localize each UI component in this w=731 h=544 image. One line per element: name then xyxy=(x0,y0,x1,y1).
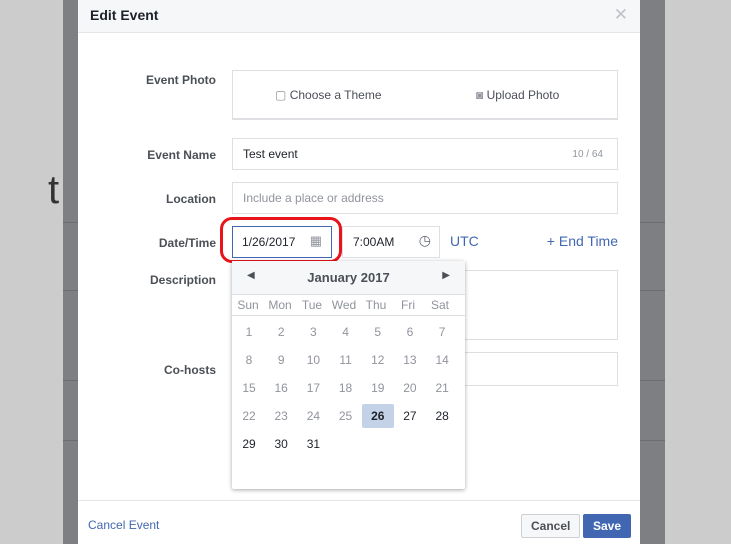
choose-theme-button[interactable]: ▢ Choose a Theme xyxy=(275,88,382,102)
calendar-month: January 2017 xyxy=(307,270,390,285)
calendar-day[interactable]: 30 xyxy=(265,432,297,460)
timezone-link[interactable]: UTC xyxy=(450,233,479,249)
event-photo-label: Event Photo xyxy=(145,73,216,87)
upload-photo-button[interactable]: ◙ Upload Photo xyxy=(476,88,559,102)
dialog-footer: Cancel Event Cancel Save xyxy=(78,500,640,544)
calendar-day[interactable]: 12 xyxy=(362,348,394,376)
event-name-input[interactable]: Test event 10 / 64 xyxy=(232,138,618,170)
calendar-day[interactable]: 5 xyxy=(362,320,394,348)
date-picker: ◀ January 2017 ▶ Sun Mon Tue Wed Thu Fri Sat 1… xyxy=(232,261,465,489)
end-time-link[interactable]: + End Time xyxy=(547,233,618,249)
calendar-day[interactable]: 6 xyxy=(394,320,426,348)
calendar-day[interactable]: 17 xyxy=(297,376,329,404)
event-name-value: Test event xyxy=(243,147,298,161)
calendar-day[interactable]: 21 xyxy=(426,376,458,404)
background-page-text: t xyxy=(48,168,60,212)
calendar-day[interactable]: 26 xyxy=(361,404,394,428)
calendar-day[interactable]: 15 xyxy=(233,376,265,404)
calendar-day[interactable]: 1 xyxy=(233,320,265,348)
weekday-tue: Tue xyxy=(301,298,323,312)
calendar-day[interactable]: 23 xyxy=(265,404,297,432)
weekday-thu: Thu xyxy=(365,298,387,312)
location-label: Location xyxy=(166,192,216,206)
clock-icon: ◷ xyxy=(418,232,431,248)
save-button[interactable]: Save xyxy=(583,514,632,538)
calendar-day[interactable]: 10 xyxy=(297,348,329,376)
calendar-day[interactable]: 16 xyxy=(265,376,297,404)
calendar-day[interactable]: 13 xyxy=(394,348,426,376)
calendar-day[interactable]: 14 xyxy=(426,348,458,376)
edit-event-dialog: Edit Event ✕ Event Photo ▢ Choose a Them… xyxy=(78,0,640,544)
calendar-day[interactable]: 31 xyxy=(297,432,329,460)
weekday-header: Sun Mon Tue Wed Thu Fri Sat xyxy=(232,295,465,316)
calendar-day[interactable]: 29 xyxy=(233,432,265,460)
description-label: Description xyxy=(149,273,216,287)
event-name-label: Event Name xyxy=(147,148,216,162)
calendar-day[interactable]: 25 xyxy=(330,404,362,432)
calendar-day[interactable]: 28 xyxy=(426,404,458,432)
calendar-day[interactable]: 9 xyxy=(265,348,297,376)
dialog-header: Edit Event ✕ xyxy=(78,0,640,33)
weekday-wed: Wed xyxy=(331,298,357,312)
cohosts-label: Co-hosts xyxy=(164,363,216,377)
calendar-day[interactable]: 2 xyxy=(265,320,297,348)
datetime-label: Date/Time xyxy=(158,236,216,250)
time-input[interactable]: 7:00AM ◷ xyxy=(342,226,440,258)
close-icon[interactable]: ✕ xyxy=(614,5,628,25)
calendar-day[interactable]: 24 xyxy=(297,404,329,432)
char-count: 10 / 64 xyxy=(572,149,603,160)
weekday-fri: Fri xyxy=(401,298,415,312)
calendar-day[interactable]: 4 xyxy=(330,320,362,348)
location-placeholder: Include a place or address xyxy=(243,191,384,205)
theme-icon: ▢ xyxy=(275,88,287,102)
event-photo-box: ▢ Choose a Theme ◙ Upload Photo xyxy=(232,70,618,120)
calendar-day[interactable]: 11 xyxy=(330,348,362,376)
calendar-day[interactable]: 8 xyxy=(233,348,265,376)
calendar-day[interactable]: 19 xyxy=(362,376,394,404)
day-grid: 1 2 3 4 5 6 7 8 9 10 11 12 13 14 15 16 17 18 19 20 21 22 23 24 2… xyxy=(232,316,465,460)
calendar-day[interactable]: 27 xyxy=(394,404,426,432)
next-month-icon[interactable]: ▶ xyxy=(442,270,450,281)
calendar-day[interactable]: 18 xyxy=(330,376,362,404)
location-input[interactable]: Include a place or address xyxy=(232,182,618,214)
dialog-title: Edit Event xyxy=(90,7,159,23)
calendar-day[interactable]: 3 xyxy=(297,320,329,348)
time-value: 7:00AM xyxy=(353,235,395,249)
calendar-day[interactable]: 7 xyxy=(426,320,458,348)
highlight-annotation xyxy=(220,217,342,263)
camera-icon: ◙ xyxy=(476,88,484,102)
calendar-day[interactable]: 22 xyxy=(233,404,265,432)
weekday-sat: Sat xyxy=(430,298,449,312)
cancel-event-link[interactable]: Cancel Event xyxy=(88,518,159,532)
weekday-mon: Mon xyxy=(268,298,292,312)
calendar-day[interactable]: 20 xyxy=(394,376,426,404)
cancel-button[interactable]: Cancel xyxy=(521,514,581,538)
weekday-sun: Sun xyxy=(237,298,259,312)
